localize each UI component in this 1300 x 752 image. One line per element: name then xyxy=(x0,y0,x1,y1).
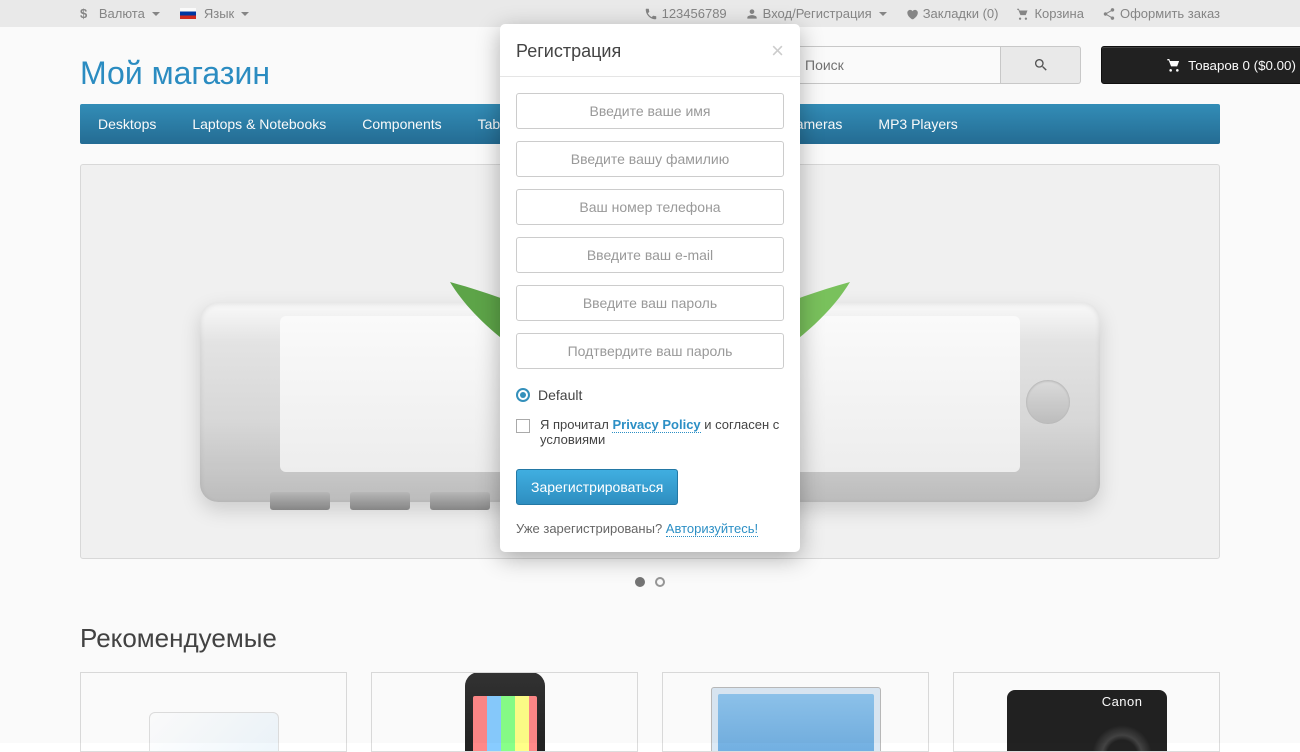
close-icon[interactable]: × xyxy=(771,40,784,62)
privacy-link[interactable]: Privacy Policy xyxy=(612,417,700,433)
lastname-field[interactable] xyxy=(516,141,784,177)
confirm-password-field[interactable] xyxy=(516,333,784,369)
register-button[interactable]: Зарегистрироваться xyxy=(516,469,678,505)
newsletter-radio[interactable] xyxy=(516,388,530,402)
agree-checkbox[interactable] xyxy=(516,419,530,433)
modal-title: Регистрация xyxy=(516,41,621,62)
login-link[interactable]: Авторизуйтесь! xyxy=(666,521,758,537)
password-field[interactable] xyxy=(516,285,784,321)
already-text: Уже зарегистрированы? xyxy=(516,521,666,536)
email-field[interactable] xyxy=(516,237,784,273)
agree-text: Я прочитал Privacy Policy и согласен с у… xyxy=(540,417,784,447)
firstname-field[interactable] xyxy=(516,93,784,129)
register-modal: Регистрация × Default Я прочитал Privacy… xyxy=(500,24,800,552)
radio-label: Default xyxy=(538,387,582,403)
phone-field[interactable] xyxy=(516,189,784,225)
